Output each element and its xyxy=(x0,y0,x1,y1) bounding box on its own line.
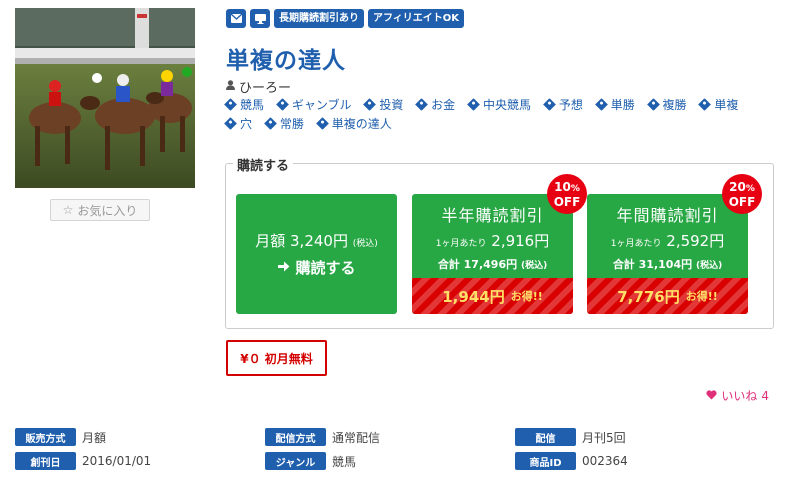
monthly-price: 月額 3,240円 (税込) xyxy=(255,232,378,250)
plan-title: 年間購読割引 xyxy=(616,206,719,225)
plan-total: 合計 31,104円 (税込) xyxy=(612,258,723,271)
plan-title: 半年購読割引 xyxy=(441,206,544,225)
subscribe-legend: 購読する xyxy=(233,155,294,174)
meta-label: 商品ID xyxy=(515,452,576,470)
per-month-price: 1ヶ月あたり 2,592円 xyxy=(610,232,725,250)
meta-value: 2016/01/01 xyxy=(82,454,152,468)
tag-item[interactable]: 予想 xyxy=(542,96,583,115)
favorite-button[interactable]: ☆ お気に入り xyxy=(50,199,150,221)
monitor-icon xyxy=(250,9,270,28)
like-count: 4 xyxy=(761,388,769,403)
long-term-discount-chip: 長期購読割引あり xyxy=(274,9,364,28)
horse-racing-image xyxy=(15,8,195,188)
affiliate-ok-chip: アフィリエイトOK xyxy=(368,9,465,28)
tag-item[interactable]: 複勝 xyxy=(646,96,687,115)
monthly-subscribe-button[interactable]: 月額 3,240円 (税込) 購読する xyxy=(236,194,397,314)
plan-total: 合計 17,496円 (税込) xyxy=(437,258,548,271)
tag-item[interactable]: 投資 xyxy=(363,96,403,115)
meta-value: 通常配信 xyxy=(332,430,381,445)
tag-item[interactable]: 常勝 xyxy=(263,115,304,134)
star-outline-icon: ☆ xyxy=(62,203,74,217)
tag-icon xyxy=(415,98,429,111)
author[interactable]: ひーろー xyxy=(226,77,291,96)
tag-item[interactable]: お金 xyxy=(415,96,455,115)
meta-genre: ジャンル 競馬 xyxy=(265,452,356,470)
tag-icon xyxy=(224,117,237,130)
favorite-label: お気に入り xyxy=(77,203,138,218)
feature-chips: 長期購読割引あり アフィリエイトOK xyxy=(226,9,465,28)
tag-item[interactable]: 単複の達人 xyxy=(315,115,392,134)
first-month-free-badge: ¥０ 初月無料 xyxy=(226,340,327,376)
tag-list: 競馬 ギャンブル 投資 お金 中央競馬 予想 単勝 複勝 単複 穴 常勝 単複の… xyxy=(224,96,766,134)
tag-icon xyxy=(224,98,237,111)
meta-value: 月額 xyxy=(82,430,107,445)
tag-icon xyxy=(467,98,480,111)
savings-banner: 1,944円 お得!! xyxy=(412,278,573,314)
tag-icon xyxy=(594,98,608,111)
user-icon xyxy=(226,79,235,94)
meta-label: 配信方式 xyxy=(265,428,326,446)
tag-icon xyxy=(263,117,277,130)
arrow-right-icon xyxy=(277,259,290,277)
tag-item[interactable]: 単勝 xyxy=(594,96,635,115)
tag-item[interactable]: ギャンブル xyxy=(275,96,351,115)
meta-delivery-method: 配信方式 通常配信 xyxy=(265,428,380,446)
tag-item[interactable]: 中央競馬 xyxy=(467,96,531,115)
tag-icon xyxy=(646,98,660,111)
envelope-icon xyxy=(226,9,246,28)
meta-value: 002364 xyxy=(582,454,628,468)
tag-item[interactable]: 競馬 xyxy=(224,96,264,115)
tag-icon xyxy=(698,98,712,111)
meta-value: 月刊5回 xyxy=(582,430,626,445)
tag-icon xyxy=(542,98,556,111)
per-month-price: 1ヶ月あたり 2,916円 xyxy=(435,232,550,250)
tag-icon xyxy=(363,98,377,111)
tag-icon xyxy=(275,98,289,111)
meta-value: 競馬 xyxy=(332,454,357,469)
annual-plan-button[interactable]: 20% OFF 年間購読割引 1ヶ月あたり 2,592円 合計 31,104円 … xyxy=(587,174,762,314)
meta-delivery: 配信 月刊5回 xyxy=(515,428,626,446)
half-year-plan-button[interactable]: 10% OFF 半年購読割引 1ヶ月あたり 2,916円 合計 17,496円 … xyxy=(412,174,587,314)
meta-launch-date: 創刊日 2016/01/01 xyxy=(15,452,151,470)
meta-label: ジャンル xyxy=(265,452,326,470)
author-name: ひーろー xyxy=(239,81,292,96)
meta-label: 配信 xyxy=(515,428,576,446)
tag-icon xyxy=(315,117,329,130)
tag-item[interactable]: 穴 xyxy=(224,115,252,134)
product-thumbnail xyxy=(15,8,195,188)
like-button[interactable]: いいね 4 xyxy=(706,387,769,404)
product-title: 単複の達人 xyxy=(226,48,346,74)
meta-product-id: 商品ID 002364 xyxy=(515,452,628,470)
meta-sales-method: 販売方式 月額 xyxy=(15,428,106,446)
like-label: いいね xyxy=(721,389,758,403)
heart-icon xyxy=(706,389,717,403)
meta-label: 販売方式 xyxy=(15,428,76,446)
subscribe-action: 購読する xyxy=(277,257,356,278)
savings-banner: 7,776円 お得!! xyxy=(587,278,748,314)
tag-item[interactable]: 単複 xyxy=(698,96,738,115)
meta-label: 創刊日 xyxy=(15,452,76,470)
